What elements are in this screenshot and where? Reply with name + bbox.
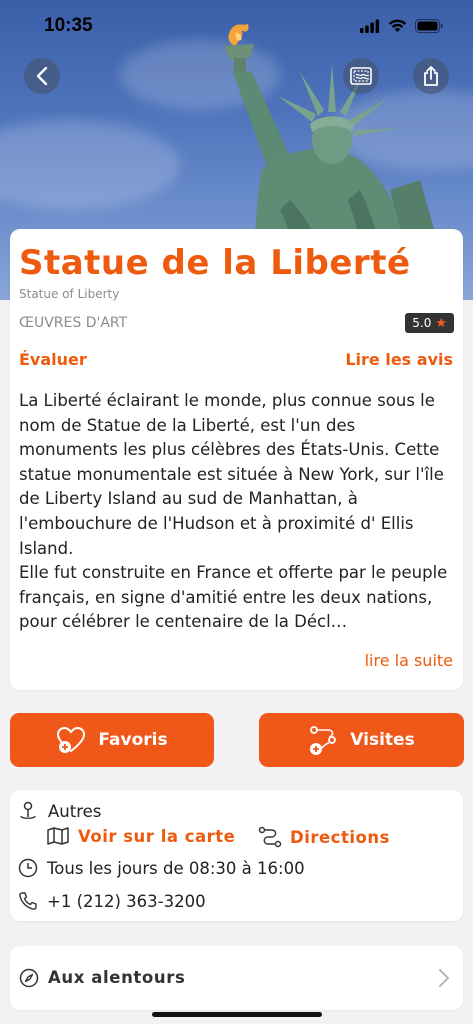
compass-icon	[19, 968, 39, 988]
back-button[interactable]	[24, 58, 60, 94]
rating-value: 5.0	[412, 316, 432, 330]
clock-icon	[18, 858, 38, 878]
chevron-left-icon	[36, 66, 48, 86]
status-icons	[360, 19, 443, 33]
hours-text: Tous les jours de 08:30 à 16:00	[47, 858, 305, 878]
favorites-button[interactable]: Favoris	[10, 713, 214, 767]
rate-link[interactable]: Évaluer	[19, 350, 87, 369]
chevron-right-icon	[439, 969, 449, 987]
nearby-label: Aux alentours	[48, 968, 186, 987]
rating-badge: 5.0 ★	[405, 313, 454, 333]
pin-icon	[20, 801, 36, 819]
read-more-link[interactable]: lire la suite	[365, 651, 453, 670]
place-description: La Liberté éclairant le monde, plus conn…	[19, 391, 448, 632]
read-reviews-link[interactable]: Lire les avis	[345, 350, 453, 369]
visits-button[interactable]: Visites	[259, 713, 464, 767]
map-label: Voir sur la carte	[78, 826, 236, 846]
phone-icon	[19, 892, 37, 910]
address-text: Autres	[48, 801, 102, 821]
phone-text: +1 (212) 363-3200	[47, 891, 206, 911]
battery-icon	[415, 19, 443, 33]
favorites-label: Favoris	[98, 730, 168, 750]
share-button[interactable]	[413, 58, 449, 94]
share-icon	[424, 66, 438, 86]
hours-row: Tous les jours de 08:30 à 16:00	[18, 858, 305, 878]
place-category: ŒUVRES D'ART	[19, 315, 128, 331]
place-subtitle: Statue of Liberty	[19, 287, 120, 301]
postcard-stamp-icon	[350, 67, 372, 85]
status-time: 10:35	[44, 15, 93, 36]
wifi-icon	[388, 19, 407, 32]
heart-add-icon	[57, 726, 86, 753]
route-add-icon	[310, 726, 337, 755]
postcard-button[interactable]	[343, 58, 379, 94]
page-title: Statue de la Liberté	[19, 243, 411, 283]
map-link[interactable]: Voir sur la carte	[46, 826, 235, 846]
map-icon	[47, 827, 69, 845]
home-indicator	[152, 1012, 322, 1017]
visits-label: Visites	[350, 730, 415, 750]
phone-row[interactable]: +1 (212) 363-3200	[18, 891, 206, 911]
status-bar: 10:35	[0, 0, 473, 52]
directions-icon	[258, 826, 282, 848]
directions-link[interactable]: Directions	[258, 826, 390, 848]
signal-icon	[360, 19, 380, 33]
address-row: Autres	[18, 800, 101, 822]
place-card: Statue de la Liberté Statue of Liberty Œ…	[10, 229, 463, 690]
directions-label: Directions	[290, 827, 390, 847]
star-icon: ★	[435, 315, 447, 331]
